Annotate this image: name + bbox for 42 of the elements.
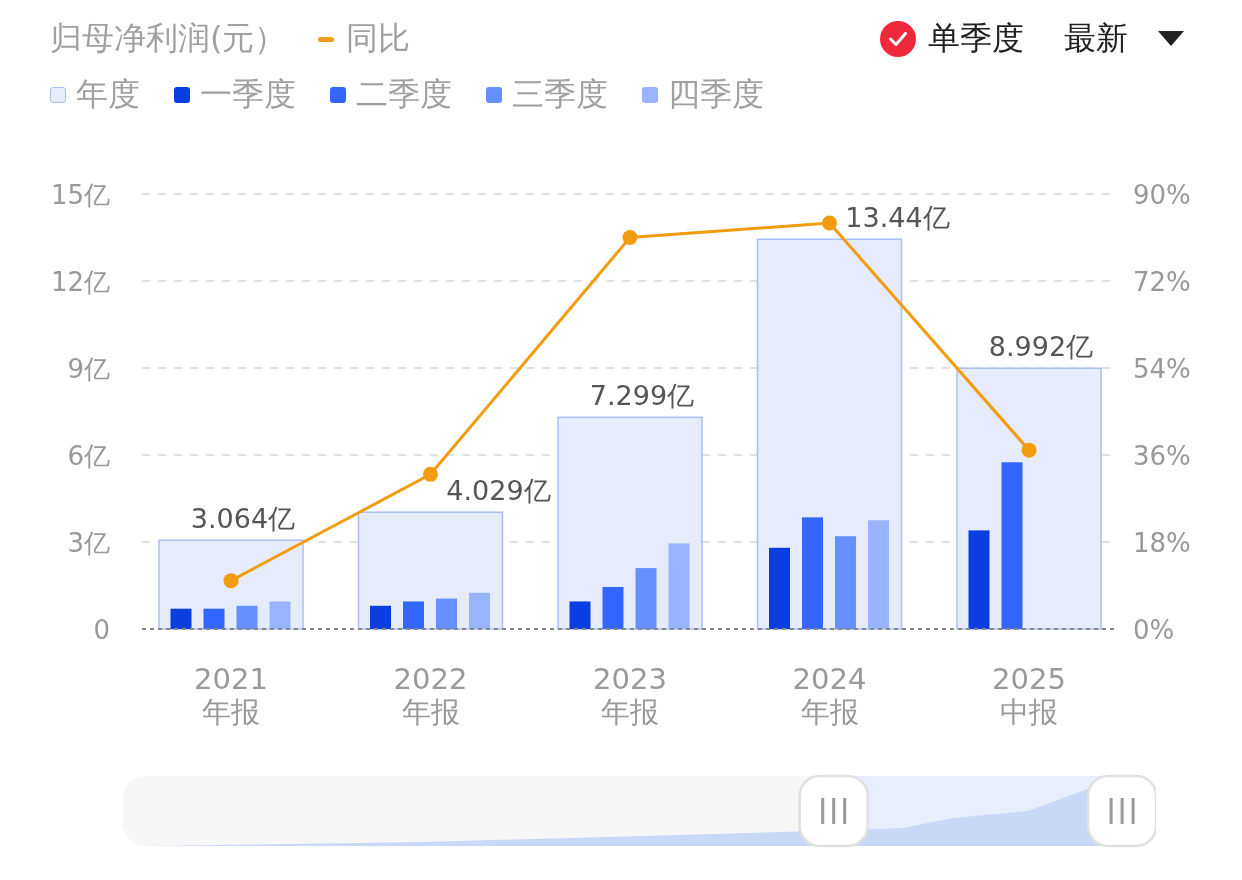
slider-handle[interactable] [798, 774, 869, 848]
axis-label: 9亿 [67, 354, 110, 384]
checkbox[interactable] [880, 21, 916, 57]
category-label: 2025 中报 [992, 662, 1066, 729]
axis-label: 36% [1133, 441, 1191, 471]
slider-handle[interactable] [1086, 774, 1156, 848]
axis-label: 3亿 [67, 528, 110, 558]
point [822, 215, 837, 231]
category-label: 2021 年报 [194, 662, 268, 729]
chart-title: 归母净利润(元） [50, 18, 287, 59]
caret-icon[interactable] [1158, 31, 1184, 47]
axis-label: 0 [93, 615, 110, 645]
legend-label[interactable]: 一季度 [200, 73, 296, 117]
legend-label[interactable]: 二季度 [356, 73, 452, 117]
category-label: 2022 年报 [393, 662, 468, 729]
axis-label: 0% [1133, 615, 1175, 645]
value-label: 3.064亿 [190, 503, 296, 535]
check-icon [889, 32, 907, 46]
point [622, 230, 638, 245]
axis-label: 72% [1133, 267, 1191, 297]
axis-label: 12亿 [50, 267, 110, 297]
legend-label[interactable]: 四季度 [668, 73, 764, 117]
legend-label[interactable]: 年度 [76, 73, 140, 117]
value-label: 13.44亿 [845, 202, 950, 234]
category-label: 2024 年报 [792, 662, 867, 729]
legend-label[interactable]: 同比 [346, 17, 411, 61]
point [423, 466, 438, 482]
axis-label: 54% [1133, 354, 1191, 384]
range-slider[interactable] [120, 773, 1156, 849]
point [1021, 442, 1037, 458]
period-dropdown[interactable]: 最新 [1064, 17, 1128, 61]
checkbox-label[interactable]: 单季度 [928, 17, 1024, 61]
axis-label: 15亿 [50, 180, 110, 210]
value-label: 7.299亿 [589, 380, 695, 412]
value-label: 4.029亿 [446, 475, 551, 507]
legend-label[interactable]: 三季度 [512, 73, 608, 117]
value-label: 8.992亿 [988, 331, 1094, 363]
axis-label: 6亿 [67, 441, 110, 471]
point [223, 573, 239, 589]
category-label: 2023 年报 [593, 662, 667, 729]
axis-label: 18% [1133, 528, 1191, 558]
axis-label: 90% [1133, 180, 1191, 210]
